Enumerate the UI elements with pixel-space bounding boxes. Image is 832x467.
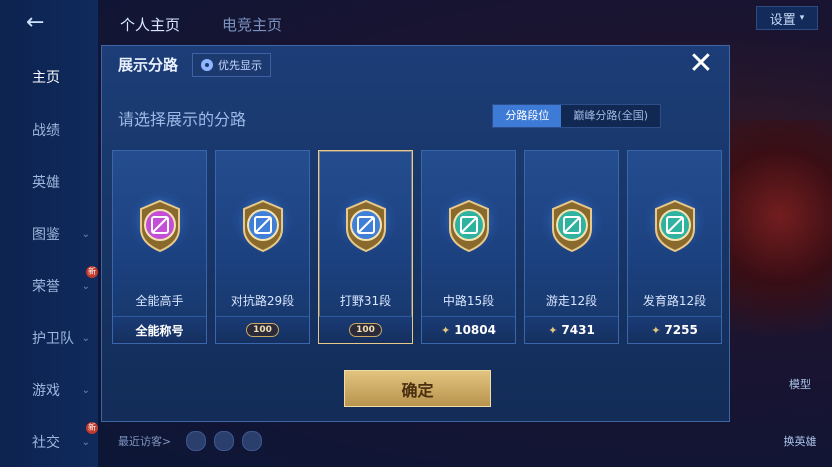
lane-card[interactable]: 中路15段 ✦ 10804 [421,150,516,344]
lane-mode-toggle: 分路段位 巅峰分路(全国) [492,104,661,128]
modal-header: 展示分路 优先显示 ✕ [102,46,729,86]
lane-prompt: 请选择展示的分路 [118,110,247,129]
sidebar-item-label: 英雄 [32,175,60,191]
gear-icon [201,59,213,71]
visitor-avatars [186,431,262,451]
sidebar-item-5[interactable]: 护卫队 ⌄ [0,326,98,350]
lane-card[interactable]: 打野31段 100 [318,150,413,344]
lane-badge-icon [140,199,180,253]
lane-display-modal: 展示分路 优先显示 ✕ 请选择展示的分路 分路段位 巅峰分路(全国) 全能高手全… [101,45,730,422]
chevron-down-icon: ⌄ [81,384,90,396]
lane-card-value: 全能称号 [135,323,184,338]
lane-card-value: 7431 [561,323,595,337]
chevron-down-icon: ⌄ [81,228,90,240]
settings-label: 设置 [769,12,796,28]
sidebar-item-0[interactable]: 主页 [0,65,98,89]
tab-profile[interactable]: 个人主页 [120,14,180,35]
sidebar-item-7[interactable]: 社交 ⌄ 新 [0,422,98,454]
lane-card-footer: 全能称号 [113,316,206,343]
avatar[interactable] [214,431,234,451]
lane-card-label: 发育路12段 [642,294,707,308]
chevron-down-icon: ⌄ [81,280,90,292]
lane-badge-icon [655,199,695,253]
lane-card[interactable]: 游走12段 ✦ 7431 [524,150,619,344]
battle-points-icon: ✦ [441,323,451,337]
close-icon[interactable]: ✕ [685,48,717,80]
sidebar-item-label: 游戏 [32,383,60,399]
lane-card-footer: 100 [319,316,412,343]
sidebar-item-6[interactable]: 游戏 ⌄ [0,378,98,402]
lane-card-label: 打野31段 [339,294,392,308]
sidebar-item-label: 图鉴 [32,227,60,243]
lane-card-label: 中路15段 [442,294,495,308]
sidebar-item-label: 主页 [32,70,60,86]
sidebar-item-4[interactable]: 荣誉 ⌄ 新 [0,266,98,298]
lane-badge-icon [346,199,386,253]
model-button[interactable]: 模型 [778,376,822,392]
sidebar-item-label: 战绩 [32,123,60,139]
sidebar-item-label: 社交 [32,435,60,451]
lane-card-value: 10804 [454,323,496,337]
lane-card-label: 对抗路29段 [230,294,295,308]
battle-points-icon: ✦ [548,323,558,337]
lane-badge-icon [243,199,283,253]
battle-points-icon: ✦ [651,323,661,337]
lane-card[interactable]: 全能高手 全能称号 [112,150,207,344]
sidebar-item-3[interactable]: 图鉴 ⌄ [0,222,98,246]
lane-card-label: 全能高手 [135,294,184,308]
hundred-star-badge: 100 [246,323,279,337]
lane-badge-icon [552,199,592,253]
lane-card-footer: ✦ 10804 [422,316,515,343]
tab-esports[interactable]: 电竞主页 [222,14,282,35]
lane-card-footer: ✦ 7255 [628,316,721,343]
sidebar-item-label: 护卫队 [32,331,74,347]
lane-card-footer: ✦ 7431 [525,316,618,343]
avatar[interactable] [242,431,262,451]
sidebar-item-2[interactable]: 英雄 [0,170,98,194]
sidebar-item-label: 荣誉 [32,279,60,295]
chevron-down-icon: ⌄ [81,332,90,344]
lane-card-list: 全能高手 全能称号 对抗路29段 100 打野31段 100 中路15段 ✦ 10804 游走12… [112,150,722,344]
lane-badge-icon [449,199,489,253]
sidebar: ← 主页 战绩 英雄 图鉴 ⌄ 荣誉 ⌄ 新护卫队 ⌄ 游戏 ⌄ 社交 ⌄ 新 [0,0,98,467]
priority-label: 优先显示 [218,59,262,72]
lane-card-footer: 100 [216,316,309,343]
hundred-star-badge: 100 [349,323,382,337]
lane-card-value: 7255 [664,323,698,337]
switch-hero-button[interactable]: 换英雄 [778,433,822,449]
back-arrow-icon[interactable]: ← [26,12,68,34]
lane-card[interactable]: 对抗路29段 100 [215,150,310,344]
priority-display-button[interactable]: 优先显示 [192,53,271,77]
avatar[interactable] [186,431,206,451]
recent-visitors-link[interactable]: 最近访客> [118,433,171,449]
lane-card[interactable]: 发育路12段 ✦ 7255 [627,150,722,344]
toggle-peak[interactable]: 巅峰分路(全国) [561,105,660,127]
modal-title: 展示分路 [118,56,179,74]
settings-button[interactable]: 设置 ▾ [756,6,818,30]
chevron-down-icon: ▾ [799,13,805,23]
confirm-button[interactable]: 确定 [344,370,491,407]
lane-card-label: 游走12段 [545,294,598,308]
new-badge: 新 [86,422,98,434]
new-badge: 新 [86,266,98,278]
chevron-down-icon: ⌄ [81,436,90,448]
toggle-rank[interactable]: 分路段位 [493,105,562,127]
sidebar-item-1[interactable]: 战绩 [0,118,98,142]
